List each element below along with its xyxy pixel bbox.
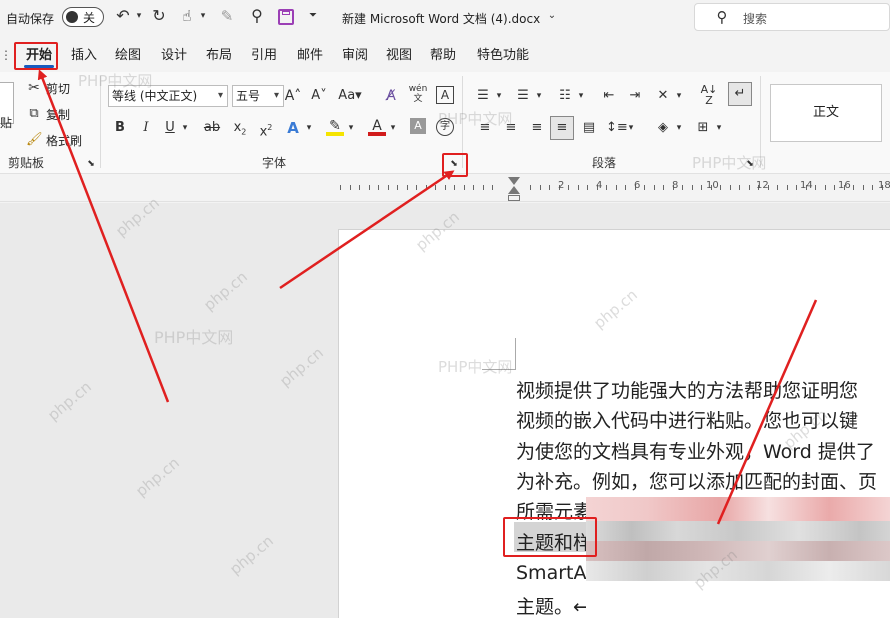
arrow-to-home-tab — [37, 69, 170, 403]
arrow-to-selected-text — [716, 299, 818, 525]
arrow-to-font-launcher — [279, 170, 455, 290]
annotation-arrows — [37, 69, 818, 525]
